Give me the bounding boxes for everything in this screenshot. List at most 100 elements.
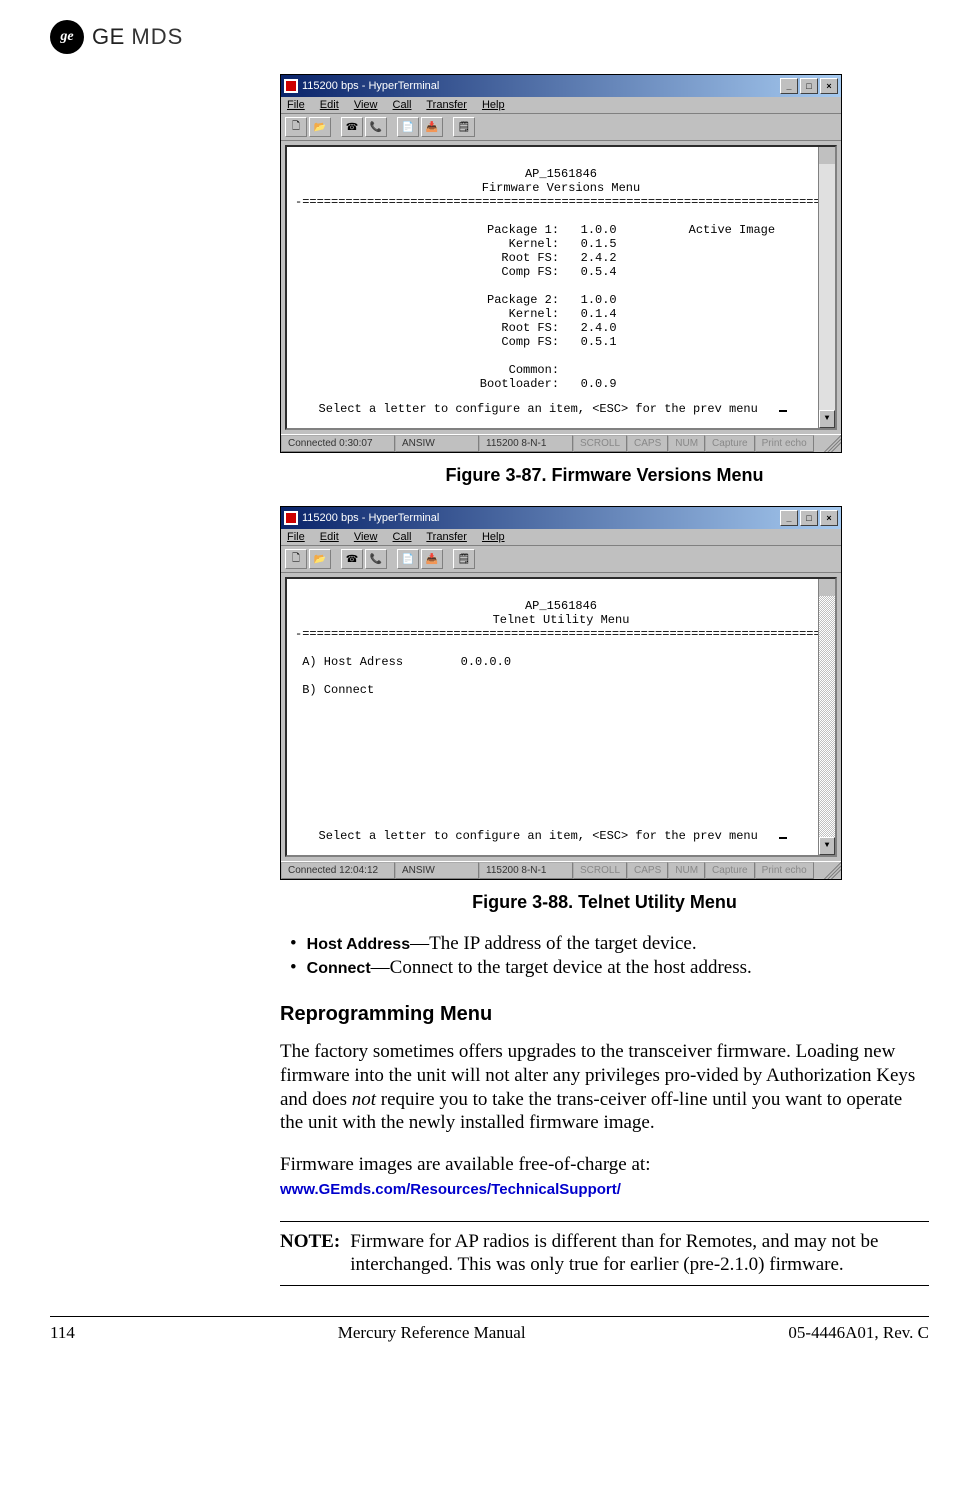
page-header: ge GE MDS <box>50 20 929 54</box>
note-block: NOTE: Firmware for AP radios is differen… <box>280 1221 929 1287</box>
statusbar: Connected 12:04:12 ANSIW 115200 8-N-1 SC… <box>281 861 841 879</box>
status-num: NUM <box>668 435 705 452</box>
status-num: NUM <box>668 862 705 879</box>
menu-view: View <box>354 99 378 111</box>
status-capture: Capture <box>705 862 755 879</box>
bullet-label: Host Address <box>307 936 410 953</box>
resize-grip-icon <box>823 435 841 452</box>
doc-revision: 05-4446A01, Rev. C <box>788 1323 929 1343</box>
tb-call-icon: ☎ <box>341 549 363 569</box>
menu-help: Help <box>482 531 505 543</box>
brand-ge: GE <box>92 24 125 49</box>
term-line: Root FS: 2.4.2 <box>415 251 617 265</box>
window-titlebar: 115200 bps - HyperTerminal _ □ × <box>281 507 841 529</box>
status-port: 115200 8-N-1 <box>479 435 573 452</box>
tb-recv-icon: 📥 <box>421 117 443 137</box>
term-prompt: Select a letter to configure an item, <E… <box>319 829 758 843</box>
menu-transfer: Transfer <box>426 99 467 111</box>
term-line: Comp FS: 0.5.4 <box>415 265 617 279</box>
tb-open-icon: 📂 <box>309 117 331 137</box>
status-emulation: ANSIW <box>395 435 479 452</box>
brand-mds: MDS <box>131 24 183 49</box>
status-printecho: Print echo <box>755 435 814 452</box>
statusbar: Connected 0:30:07 ANSIW 115200 8-N-1 SCR… <box>281 434 841 452</box>
status-scroll: SCROLL <box>573 862 627 879</box>
figure-caption-2: Figure 3-88. Telnet Utility Menu <box>280 892 929 913</box>
tb-hangup-icon: 📞 <box>365 549 387 569</box>
maximize-icon: □ <box>800 510 818 526</box>
tb-new-icon: 🗋 <box>285 549 307 569</box>
bullet-text: —Connect to the target device at the hos… <box>371 957 752 978</box>
status-connected: Connected 0:30:07 <box>281 435 395 452</box>
window-title: 115200 bps - HyperTerminal <box>302 80 439 92</box>
term-divider: -=======================================… <box>295 627 837 641</box>
term-divider: -=======================================… <box>295 195 837 209</box>
support-link: www.GEmds.com/Resources/TechnicalSupport… <box>280 1181 621 1198</box>
tb-new-icon: 🗋 <box>285 117 307 137</box>
app-icon <box>284 79 298 93</box>
body-paragraph: The factory sometimes offers upgrades to… <box>280 1040 929 1135</box>
status-caps: CAPS <box>627 862 668 879</box>
tb-prop-icon: 🗒 <box>453 549 475 569</box>
menu-call: Call <box>393 99 412 111</box>
tb-send-icon: 📄 <box>397 549 419 569</box>
term-prompt: Select a letter to configure an item, <E… <box>319 402 758 416</box>
minimize-icon: _ <box>780 510 798 526</box>
note-label: NOTE: <box>280 1230 340 1278</box>
menu-edit: Edit <box>320 531 339 543</box>
page-footer: 114 Mercury Reference Manual 05-4446A01,… <box>50 1316 929 1343</box>
term-line: A) Host Adress 0.0.0.0 <box>295 655 511 669</box>
close-icon: × <box>820 78 838 94</box>
tb-prop-icon: 🗒 <box>453 117 475 137</box>
term-host: AP_1561846 <box>525 599 597 613</box>
section-heading: Reprogramming Menu <box>280 1003 929 1026</box>
menu-edit: Edit <box>320 99 339 111</box>
tb-hangup-icon: 📞 <box>365 117 387 137</box>
ge-logo-icon: ge <box>50 20 84 54</box>
status-capture: Capture <box>705 435 755 452</box>
scroll-down-icon: ▼ <box>819 837 835 855</box>
bullet-list: •Host Address—The IP address of the targ… <box>280 933 929 979</box>
term-line: Package 2: 1.0.0 <box>415 293 617 307</box>
tb-send-icon: 📄 <box>397 117 419 137</box>
term-line: Kernel: 0.1.5 <box>415 237 617 251</box>
term-line: Kernel: 0.1.4 <box>415 307 617 321</box>
app-icon <box>284 511 298 525</box>
menubar: File Edit View Call Transfer Help <box>281 529 841 546</box>
scrollbar: ▲ ▼ <box>818 579 835 855</box>
screenshot-firmware-versions: 115200 bps - HyperTerminal _ □ × File Ed… <box>280 74 842 453</box>
note-text: Firmware for AP radios is different than… <box>350 1230 929 1278</box>
menu-help: Help <box>482 99 505 111</box>
term-menu-title: Telnet Utility Menu <box>493 613 630 627</box>
status-emulation: ANSIW <box>395 862 479 879</box>
tb-call-icon: ☎ <box>341 117 363 137</box>
status-printecho: Print echo <box>755 862 814 879</box>
window-title: 115200 bps - HyperTerminal <box>302 512 439 524</box>
status-caps: CAPS <box>627 435 668 452</box>
tb-open-icon: 📂 <box>309 549 331 569</box>
manual-title: Mercury Reference Manual <box>338 1323 526 1343</box>
status-port: 115200 8-N-1 <box>479 862 573 879</box>
term-line: Bootloader: 0.0.9 <box>415 377 617 391</box>
menu-file: File <box>287 531 305 543</box>
window-titlebar: 115200 bps - HyperTerminal _ □ × <box>281 75 841 97</box>
tb-recv-icon: 📥 <box>421 549 443 569</box>
menu-view: View <box>354 531 378 543</box>
minimize-icon: _ <box>780 78 798 94</box>
scroll-down-icon: ▼ <box>819 410 835 428</box>
menu-transfer: Transfer <box>426 531 467 543</box>
menu-call: Call <box>393 531 412 543</box>
toolbar: 🗋 📂 ☎ 📞 📄 📥 🗒 <box>281 546 841 573</box>
maximize-icon: □ <box>800 78 818 94</box>
term-menu-title: Firmware Versions Menu <box>482 181 640 195</box>
term-host: AP_1561846 <box>525 167 597 181</box>
menu-file: File <box>287 99 305 111</box>
figure-caption-1: Figure 3-87. Firmware Versions Menu <box>280 465 929 486</box>
term-line: Package 1: 1.0.0 Active Image <box>415 223 775 237</box>
status-scroll: SCROLL <box>573 435 627 452</box>
terminal-output: AP_1561846 Firmware Versions Menu-======… <box>285 145 837 430</box>
scrollbar: ▲ ▼ <box>818 147 835 428</box>
toolbar: 🗋 📂 ☎ 📞 📄 📥 🗒 <box>281 114 841 141</box>
terminal-output: AP_1561846 Telnet Utility Menu-=========… <box>285 577 837 857</box>
menubar: File Edit View Call Transfer Help <box>281 97 841 114</box>
